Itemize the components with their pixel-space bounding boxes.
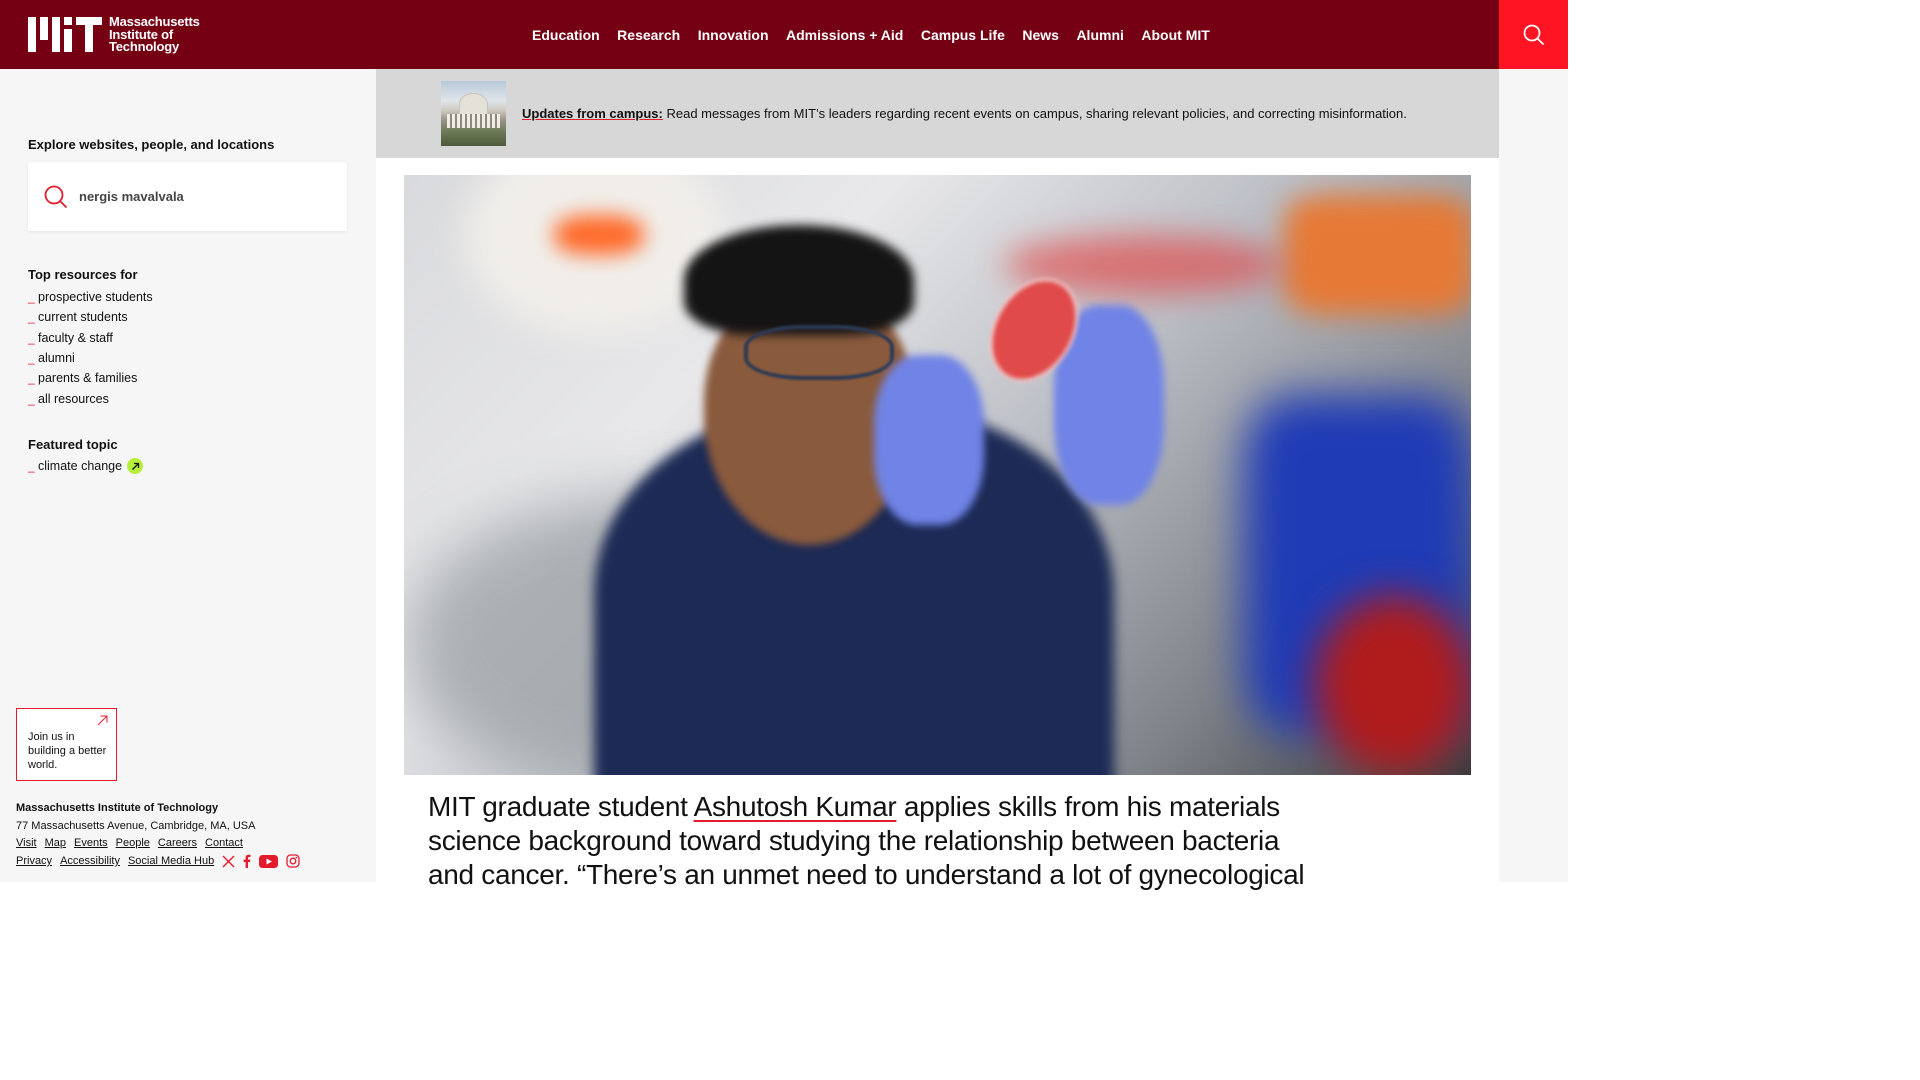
footer-institution-name: Massachusetts Institute of Technology: [16, 802, 219, 814]
nav-education[interactable]: Education: [532, 27, 600, 43]
nav-alumni[interactable]: Alumni: [1076, 27, 1123, 43]
explore-label: Explore websites, people, and locations: [28, 137, 275, 152]
footer-link-map[interactable]: Map: [45, 837, 66, 849]
header-search-button[interactable]: [1499, 0, 1568, 69]
arrow-up-right-icon: [97, 715, 108, 726]
nav-news[interactable]: News: [1022, 27, 1059, 43]
footer-link-contact[interactable]: Contact: [205, 837, 243, 849]
headline-name-link[interactable]: Ashutosh Kumar: [694, 791, 897, 822]
sidebar-search[interactable]: [28, 162, 347, 231]
join-us-card[interactable]: Join us in building a better world.: [16, 708, 117, 781]
search-input[interactable]: [79, 189, 319, 204]
resource-current-students[interactable]: _ current students: [28, 307, 153, 327]
footer-address: 77 Massachusetts Avenue, Cambridge, MA, …: [16, 820, 256, 832]
arrow-up-right-icon: [127, 458, 144, 475]
footer-link-visit[interactable]: Visit: [16, 837, 37, 849]
campus-updates-message: Updates from campus: Read messages from …: [522, 106, 1407, 121]
mit-logo[interactable]: Massachusetts Institute of Technology: [28, 15, 200, 54]
featured-title: Featured topic: [28, 437, 118, 452]
facebook-icon[interactable]: [243, 854, 251, 868]
footer-link-privacy[interactable]: Privacy: [16, 855, 52, 867]
nav-innovation[interactable]: Innovation: [698, 27, 769, 43]
instagram-icon[interactable]: [286, 854, 300, 868]
hero-headline: MIT graduate student Ashutosh Kumar appl…: [428, 790, 1328, 892]
resources-list: _ prospective students _ current students …: [28, 287, 153, 409]
resource-label: current students: [38, 310, 128, 325]
resource-faculty-staff[interactable]: _ faculty & staff: [28, 328, 153, 348]
headline-intro: MIT graduate student: [428, 791, 694, 822]
campus-updates-text: Read messages from MIT’s leaders regardi…: [662, 106, 1407, 121]
campus-updates-banner: Updates from campus: Read messages from …: [376, 69, 1499, 158]
footer-links-row1: Visit Map Events People Careers Contact: [16, 837, 243, 849]
footer-links-row2: Privacy Accessibility Social Media Hub: [16, 854, 300, 868]
x-icon[interactable]: [222, 855, 235, 868]
search-icon: [44, 185, 68, 208]
footer-link-events[interactable]: Events: [74, 837, 108, 849]
footer-link-accessibility[interactable]: Accessibility: [60, 855, 120, 867]
footer-link-social-media-hub[interactable]: Social Media Hub: [128, 855, 214, 867]
campus-updates-link[interactable]: Updates from campus:: [522, 106, 663, 121]
footer-link-careers[interactable]: Careers: [158, 837, 197, 849]
logo-line: Technology: [109, 39, 179, 54]
main-nav: Education Research Innovation Admissions…: [532, 0, 1227, 69]
resource-label: alumni: [38, 351, 75, 366]
mit-logo-mark: [28, 17, 102, 53]
nav-about-mit[interactable]: About MIT: [1141, 27, 1209, 43]
featured-list: _ climate change: [28, 456, 144, 476]
nav-admissions-aid[interactable]: Admissions + Aid: [786, 27, 903, 43]
great-dome-thumbnail: [441, 81, 506, 146]
hero-image: [404, 175, 1471, 775]
footer-link-people[interactable]: People: [116, 837, 150, 849]
resource-label: all resources: [38, 391, 109, 406]
resource-all-resources[interactable]: _ all resources: [28, 388, 153, 408]
resource-label: prospective students: [38, 290, 153, 305]
resources-title: Top resources for: [28, 267, 138, 282]
nav-research[interactable]: Research: [617, 27, 680, 43]
resource-label: faculty & staff: [38, 330, 113, 345]
sidebar: Explore websites, people, and locations …: [0, 69, 376, 882]
resource-alumni[interactable]: _ alumni: [28, 348, 153, 368]
resource-parents-families[interactable]: _ parents & families: [28, 368, 153, 388]
featured-climate-change[interactable]: _ climate change: [28, 456, 144, 476]
featured-label: climate change: [38, 459, 123, 474]
right-gutter: [1499, 69, 1568, 882]
search-icon: [1523, 24, 1544, 45]
site-header: Massachusetts Institute of Technology Ed…: [0, 0, 1568, 69]
resource-prospective-students[interactable]: _ prospective students: [28, 287, 153, 307]
mit-logo-wordmark: Massachusetts Institute of Technology: [109, 15, 200, 54]
resource-label: parents & families: [38, 371, 138, 386]
youtube-icon[interactable]: [259, 854, 279, 868]
join-us-text: Join us in building a better world.: [28, 731, 107, 771]
nav-campus-life[interactable]: Campus Life: [921, 27, 1005, 43]
